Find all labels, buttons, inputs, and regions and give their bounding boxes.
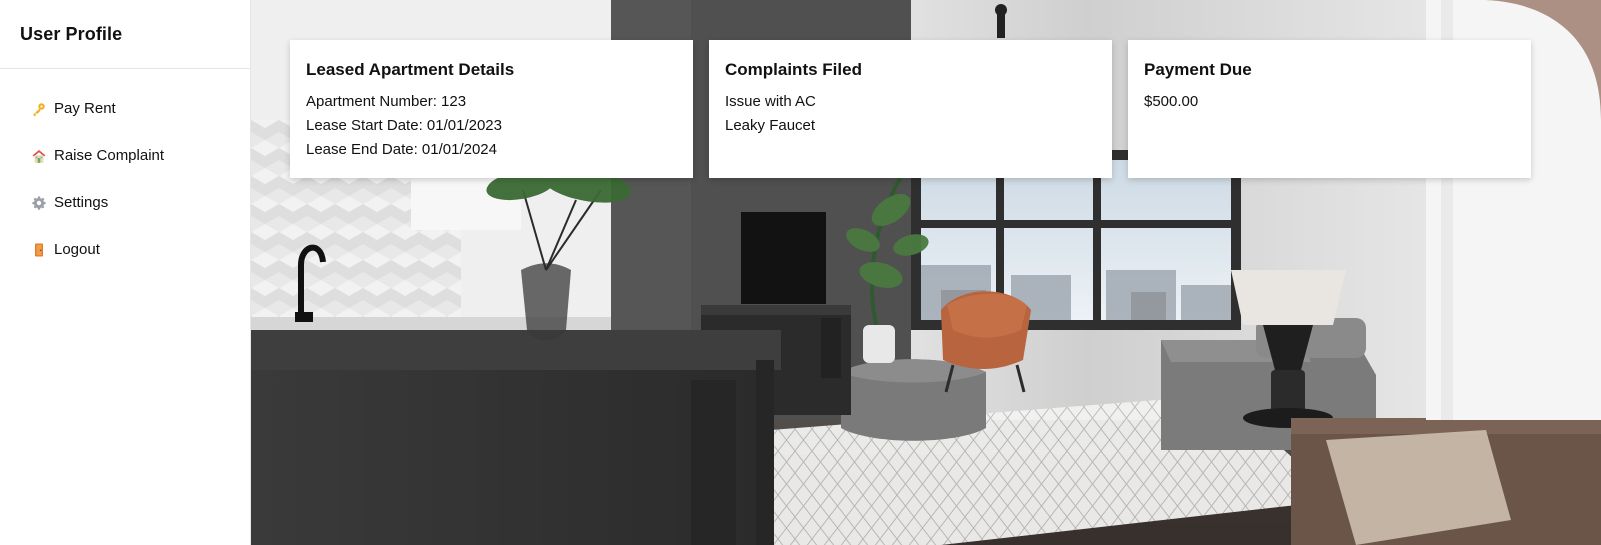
sidebar-nav: Pay Rent Raise Complaint Settings Logout bbox=[0, 69, 250, 273]
leased-apartment-title: Leased Apartment Details bbox=[306, 60, 515, 79]
payment-due-card: Payment Due $500.00 bbox=[1128, 40, 1531, 178]
payment-due-title: Payment Due bbox=[1144, 60, 1252, 79]
leased-apartment-card: Leased Apartment Details Apartment Numbe… bbox=[290, 40, 693, 178]
apartment-number: Apartment Number: 123 bbox=[306, 93, 467, 110]
sidebar-title: User Profile bbox=[20, 23, 123, 44]
key-icon bbox=[30, 100, 48, 118]
house-icon bbox=[30, 147, 48, 165]
complaints-card: Complaints Filed Issue with AC Leaky Fau… bbox=[709, 40, 1112, 178]
sidebar-item-pay-rent[interactable]: Pay Rent bbox=[0, 85, 250, 132]
door-icon bbox=[30, 241, 48, 259]
gear-icon bbox=[30, 194, 48, 212]
info-cards: Leased Apartment Details Apartment Numbe… bbox=[290, 40, 1531, 178]
sidebar-item-settings[interactable]: Settings bbox=[0, 179, 250, 226]
sidebar-header: User Profile bbox=[0, 0, 250, 69]
complaint-item: Issue with AC bbox=[725, 93, 816, 110]
app-root: User Profile Pay Rent Raise Complaint Se… bbox=[0, 0, 1601, 545]
sidebar-item-label: Pay Rent bbox=[54, 100, 116, 117]
sidebar-item-raise-complaint[interactable]: Raise Complaint bbox=[0, 132, 250, 179]
sidebar-item-label: Raise Complaint bbox=[54, 147, 165, 164]
sidebar: User Profile Pay Rent Raise Complaint Se… bbox=[0, 0, 251, 545]
lease-end-date: Lease End Date: 01/01/2024 bbox=[306, 141, 497, 158]
sidebar-item-label: Settings bbox=[54, 194, 109, 211]
complaint-item: Leaky Faucet bbox=[725, 117, 816, 134]
complaints-title: Complaints Filed bbox=[725, 60, 862, 79]
lease-start-date: Lease Start Date: 01/01/2023 bbox=[306, 117, 502, 134]
sidebar-item-label: Logout bbox=[54, 241, 100, 258]
sidebar-item-logout[interactable]: Logout bbox=[0, 226, 250, 273]
main-content: Leased Apartment Details Apartment Numbe… bbox=[251, 0, 1601, 545]
payment-due-amount: $500.00 bbox=[1144, 93, 1199, 110]
